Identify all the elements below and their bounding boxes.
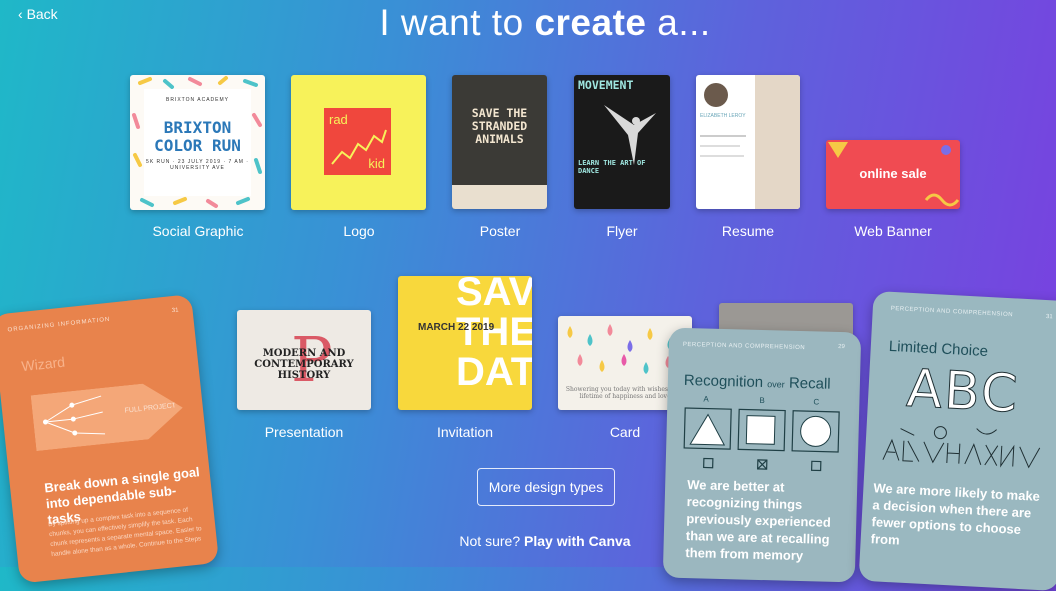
limited-card-title: Limited Choice [888,337,989,361]
invitation-date: MARCH 22 2019 [418,322,495,333]
not-sure-prompt: Not sure? Play with Canva [400,533,690,549]
social-top-text: BRIXTON ACADEMY [166,97,229,103]
wizard-card: ORGANIZING INFORMATION 31 Wizard FULL PR… [0,294,220,584]
banner-title: online sale [859,166,927,181]
resume-name: ELIZABETH LEROY [700,113,746,119]
presentation-label[interactable]: Presentation [224,424,384,440]
logo-bottom-text: kid [368,156,385,171]
poster-thumbnail[interactable]: SAVE THE STRANDED ANIMALS [452,75,547,209]
shape-choice-icons [683,407,840,472]
resume-label[interactable]: Resume [668,223,828,239]
wizard-arrow-diagram: FULL PROJECT [31,380,186,451]
option-letter: A [703,394,709,404]
logo-label[interactable]: Logo [279,223,439,239]
wizard-card-header: ORGANIZING INFORMATION [7,316,111,334]
resume-avatar [704,83,728,107]
social-title: BRIXTON COLOR RUN [154,118,241,155]
title-prefix: I want to [379,2,535,43]
flyer-thumbnail[interactable]: MOVEMENT LEARN THE ART OF DANCE [574,75,670,209]
resume-line [700,145,740,147]
resume-line [700,135,746,137]
shape-options: A B C [682,394,844,474]
more-design-types-button[interactable]: More design types [477,468,615,506]
title-part: over [767,379,785,390]
limited-card-body: We are more likely to make a decision wh… [870,480,1041,548]
tree-diagram-icon [31,380,186,451]
title-bold: create [534,2,647,43]
title-part: Recall [788,374,831,393]
poster-title: SAVE THE STRANDED ANIMALS [471,106,528,146]
web-banner-thumbnail[interactable]: online sale [826,140,960,209]
invitation-label[interactable]: Invitation [385,424,545,440]
wizard-card-number: 31 [171,307,179,315]
play-with-canva-link[interactable]: Play with Canva [524,533,631,549]
resume-thumbnail[interactable]: ELIZABETH LEROY [696,75,800,209]
invitation-thumbnail[interactable]: SAVE THE DATE MARCH 22 2019 [398,276,532,410]
resume-sidebar [755,75,800,209]
limited-choice-card: PERCEPTION AND COMPREHENSION 31 Limited … [858,290,1056,591]
limited-card-header: PERCEPTION AND COMPREHENSION [890,305,1014,319]
presentation-thumbnail[interactable]: P MODERN AND CONTEMPORARY HISTORY [237,310,371,410]
resume-line [700,155,744,157]
title-suffix: a... [646,2,711,43]
wizard-card-title: Wizard [20,353,66,375]
social-graphic-thumbnail[interactable]: BRIXTON ACADEMY BRIXTON COLOR RUN 5K RUN… [130,75,265,210]
presentation-title: MODERN AND CONTEMPORARY HISTORY [254,348,354,381]
limited-card-number: 31 [1045,314,1053,321]
abc-graphic: ABC [905,358,1022,425]
logo-thumbnail[interactable]: rad kid [291,75,426,210]
option-letter: B [759,395,765,406]
flyer-title: MOVEMENT [578,78,634,92]
flyer-subtitle: LEARN THE ART OF DANCE [578,159,646,175]
recognition-card-title: Recognition over Recall [684,372,831,393]
social-graphic-label[interactable]: Social Graphic [118,223,278,239]
recognition-card: PERCEPTION AND COMPREHENSION 29 Recognit… [662,327,862,583]
invitation-big-text: SAVE THE DATE [456,276,532,394]
page-title: I want to create a... [0,2,1056,44]
recognition-card-number: 29 [838,343,845,351]
not-sure-text: Not sure? [459,533,524,549]
recognition-card-header: PERCEPTION AND COMPREHENSION [682,341,806,352]
option-letter: C [813,397,820,407]
web-banner-label[interactable]: Web Banner [813,223,973,239]
title-part: Recognition [683,371,764,392]
social-meta: 5K RUN · 23 JULY 2019 · 7 AM · UNIVERSIT… [146,159,249,171]
recognition-card-body: We are better at recognizing things prev… [685,477,831,564]
logo-mark: rad kid [324,108,391,175]
poster-footer [452,185,547,209]
scribble-letters-graphic [882,426,1041,469]
